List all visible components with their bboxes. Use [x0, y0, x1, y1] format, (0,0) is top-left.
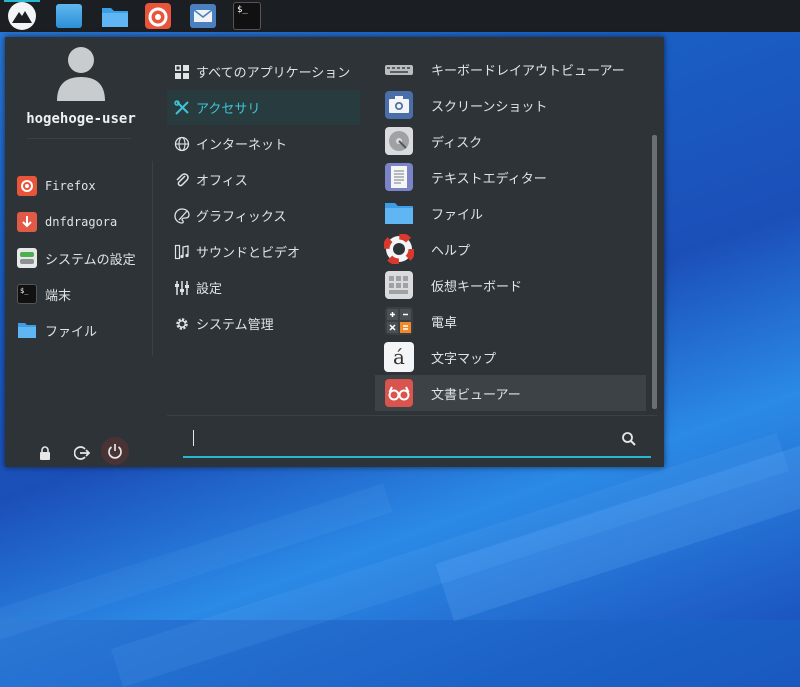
terminal-launcher[interactable]: $_ [229, 0, 265, 32]
app-label: ヘルプ [431, 243, 471, 259]
film-music-icon [174, 244, 189, 259]
category-internet[interactable]: インターネット [167, 126, 360, 161]
mail-icon [190, 4, 216, 28]
sliders-icon [175, 280, 189, 295]
distro-logo-icon [8, 2, 36, 30]
favorite-files[interactable]: ファイル [17, 315, 157, 345]
app-label: ディスク [431, 135, 483, 151]
category-system[interactable]: システム管理 [167, 306, 360, 341]
category-label: システム管理 [196, 318, 274, 333]
avatar-icon[interactable] [55, 45, 107, 101]
app-disks[interactable]: ディスク [375, 123, 646, 159]
category-label: オフィス [196, 174, 248, 189]
category-label: 設定 [196, 282, 223, 297]
lock-screen-button[interactable] [32, 440, 58, 466]
app-calculator[interactable]: 電卓 [375, 303, 646, 339]
camera-icon [385, 91, 413, 119]
category-accessories[interactable]: アクセサリ [167, 90, 360, 125]
app-label: スクリーンショット [431, 99, 548, 115]
desktop-icon [56, 4, 82, 28]
app-list-scrollbar[interactable] [652, 135, 657, 409]
app-label: 電卓 [431, 315, 458, 331]
app-label: キーボードレイアウトビューアー [431, 63, 625, 79]
app-label: 文書ビューアー [431, 387, 521, 403]
app-keyboard-layout-viewer[interactable]: キーボードレイアウトビューアー [375, 51, 646, 87]
files-launcher[interactable] [97, 0, 133, 32]
disk-icon [385, 127, 413, 155]
paperclip-icon [176, 172, 189, 186]
mail-launcher[interactable] [185, 0, 221, 32]
active-indicator [4, 0, 40, 2]
folder-icon [102, 8, 128, 27]
app-document-viewer[interactable]: 文書ビューアー [375, 375, 646, 411]
firefox-icon [145, 3, 171, 29]
category-label: インターネット [196, 138, 288, 153]
category-office[interactable]: オフィス [167, 162, 360, 197]
terminal-icon: $_ [233, 2, 261, 30]
keyboard-icon [385, 65, 413, 75]
text-editor-icon [385, 163, 413, 191]
calculator-icon [385, 307, 413, 335]
app-label: 仮想キーボード [431, 279, 523, 295]
charmap-icon: á [384, 342, 414, 372]
favorite-system-settings[interactable]: システムの設定 [17, 243, 157, 273]
logout-icon [74, 446, 90, 460]
favorite-label: ファイル [45, 324, 98, 340]
app-help[interactable]: ヘルプ [375, 231, 646, 267]
category-label: サウンドとビデオ [196, 246, 301, 261]
dnfdragora-icon [17, 212, 37, 232]
settings-icon [17, 248, 37, 268]
application-menu: hogehoge-user Firefox dnfdragora システムの設定… [5, 37, 664, 467]
favorite-terminal[interactable]: $_ 端末 [17, 279, 157, 309]
app-label: 文字マップ [431, 351, 497, 367]
distro-menu-button[interactable] [4, 0, 40, 32]
app-text-editor[interactable]: テキストエディター [375, 159, 646, 195]
app-label: ファイル [431, 207, 484, 223]
lifebuoy-icon [384, 234, 414, 264]
favorite-label: dnfdragora [45, 215, 118, 229]
favorite-dnfdragora[interactable]: dnfdragora [17, 207, 157, 237]
username: hogehoge-user [26, 111, 136, 127]
search-icon[interactable] [621, 431, 637, 447]
text-caret [193, 430, 194, 446]
power-icon [108, 444, 122, 459]
search-field[interactable] [183, 422, 651, 458]
favorite-label: システムの設定 [45, 252, 136, 268]
category-label: すべてのアプリケーション [196, 66, 351, 81]
category-all-applications[interactable]: すべてのアプリケーション [167, 54, 360, 89]
firefox-launcher[interactable] [140, 0, 176, 32]
favorite-label: Firefox [45, 179, 96, 193]
document-viewer-icon [385, 379, 413, 407]
globe-icon [174, 136, 190, 151]
app-character-map[interactable]: á 文字マップ [375, 339, 646, 375]
search-input[interactable] [197, 428, 601, 450]
desktop-launcher[interactable] [51, 0, 87, 32]
category-graphics[interactable]: グラフィックス [167, 198, 360, 233]
app-files[interactable]: ファイル [375, 195, 646, 231]
palette-icon [174, 207, 190, 224]
category-label: アクセサリ [196, 102, 261, 117]
app-screenshot[interactable]: スクリーンショット [375, 87, 646, 123]
tools-icon [174, 99, 189, 115]
app-virtual-keyboard[interactable]: 仮想キーボード [375, 267, 646, 303]
app-label: テキストエディター [431, 171, 547, 187]
favorite-label: 端末 [45, 288, 72, 304]
folder-icon [385, 203, 413, 224]
logout-button[interactable] [69, 440, 95, 466]
top-panel: $_ [0, 0, 800, 32]
user-divider [27, 138, 131, 139]
category-settings[interactable]: 設定 [167, 270, 360, 305]
search-divider [167, 415, 657, 416]
gear-icon [176, 317, 188, 330]
firefox-icon [17, 176, 37, 196]
category-label: グラフィックス [196, 210, 287, 225]
category-sound-video[interactable]: サウンドとビデオ [167, 234, 360, 269]
terminal-icon: $_ [17, 284, 37, 304]
power-button[interactable] [101, 437, 129, 465]
virtual-keyboard-icon [385, 271, 413, 299]
grid-icon [175, 64, 189, 79]
favorite-firefox[interactable]: Firefox [17, 171, 157, 201]
lock-icon [40, 446, 50, 460]
folder-icon [18, 323, 36, 338]
